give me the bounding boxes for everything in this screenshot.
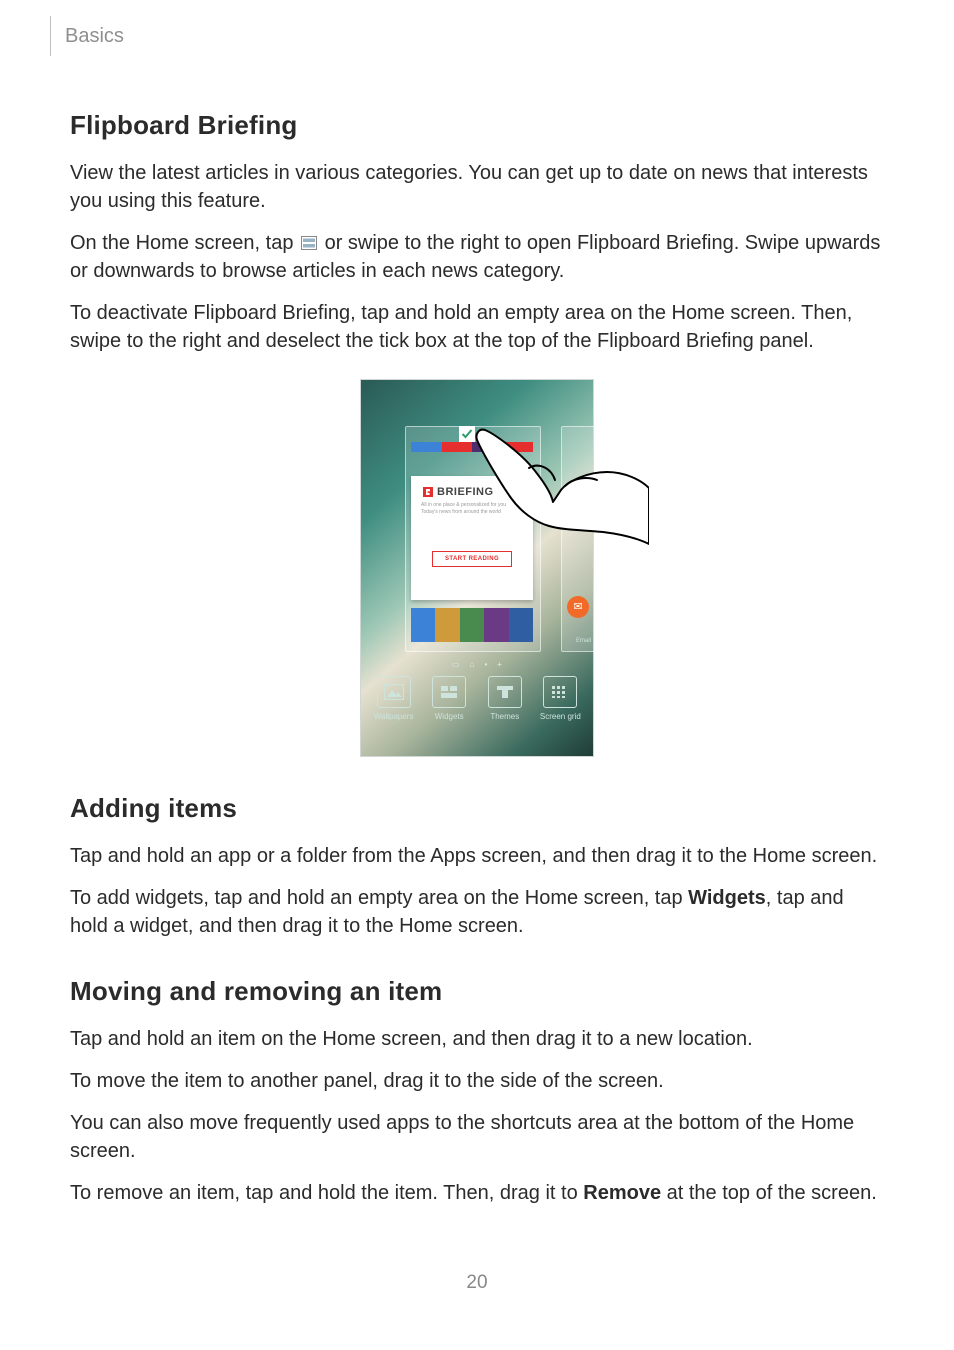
illustration: BRIEFING All in one place & personalized… xyxy=(70,379,884,757)
themes-icon xyxy=(488,676,522,708)
wallpapers-label: Wallpapers xyxy=(374,712,414,721)
widgets-icon xyxy=(432,676,466,708)
email-app-label: Email xyxy=(576,638,591,644)
heading-moving-removing: Moving and removing an item xyxy=(70,976,884,1007)
heading-adding-items: Adding items xyxy=(70,793,884,824)
heading-flipboard: Flipboard Briefing xyxy=(70,110,884,141)
bold-remove: Remove xyxy=(583,1182,661,1204)
screen-grid-label: Screen grid xyxy=(540,712,581,721)
page-indicator-row: ▭ ⌂ • + xyxy=(361,660,593,669)
paragraph: To remove an item, tap and hold the item… xyxy=(70,1179,884,1207)
widgets-option: Widgets xyxy=(422,676,476,721)
paragraph: Tap and hold an app or a folder from the… xyxy=(70,842,884,870)
add-panel-icon: + xyxy=(497,660,502,669)
text-fragment: On the Home screen, tap xyxy=(70,232,299,254)
screen-grid-option: Screen grid xyxy=(533,676,587,721)
widgets-label: Widgets xyxy=(435,712,464,721)
dot-indicator-icon: • xyxy=(484,660,487,669)
bold-widgets: Widgets xyxy=(688,887,766,909)
home-options-row: Wallpapers Widgets Themes xyxy=(361,676,593,721)
paragraph: Tap and hold an item on the Home screen,… xyxy=(70,1025,884,1053)
wallpapers-option: Wallpapers xyxy=(367,676,421,721)
briefing-checkbox xyxy=(459,426,475,442)
text-fragment: To remove an item, tap and hold the item… xyxy=(70,1182,583,1204)
paragraph: To move the item to another panel, drag … xyxy=(70,1067,884,1095)
paragraph: To add widgets, tap and hold an empty ar… xyxy=(70,884,884,940)
adjacent-panel-edge xyxy=(561,426,594,652)
briefing-card: BRIEFING All in one place & personalized… xyxy=(411,476,533,600)
wallpapers-icon xyxy=(377,676,411,708)
themes-option: Themes xyxy=(478,676,532,721)
briefing-card-sub2: Today's news from around the world xyxy=(411,509,533,516)
briefing-indicator-icon: ▭ xyxy=(452,660,460,669)
home-indicator-icon: ⌂ xyxy=(470,660,475,669)
section-label: Basics xyxy=(65,25,124,48)
flipboard-logo-icon xyxy=(423,487,433,497)
color-strip-top xyxy=(411,442,533,452)
paragraph: To deactivate Flipboard Briefing, tap an… xyxy=(70,299,884,355)
themes-label: Themes xyxy=(490,712,519,721)
start-reading-button: START READING xyxy=(432,551,512,567)
page-number: 20 xyxy=(0,1272,954,1294)
paragraph: On the Home screen, tap or swipe to the … xyxy=(70,229,884,285)
phone-mockup: BRIEFING All in one place & personalized… xyxy=(360,379,594,757)
briefing-panel-icon xyxy=(301,236,317,250)
screen-grid-icon xyxy=(543,676,577,708)
color-strip-bottom xyxy=(411,608,533,642)
text-fragment: To add widgets, tap and hold an empty ar… xyxy=(70,887,688,909)
header-breadcrumb: Basics xyxy=(50,16,884,56)
briefing-card-title: BRIEFING xyxy=(437,486,494,498)
paragraph: You can also move frequently used apps t… xyxy=(70,1109,884,1165)
email-app-icon xyxy=(567,596,589,618)
page: Basics Flipboard Briefing View the lates… xyxy=(0,0,954,1350)
text-fragment: at the top of the screen. xyxy=(661,1182,877,1204)
paragraph: View the latest articles in various cate… xyxy=(70,159,884,215)
